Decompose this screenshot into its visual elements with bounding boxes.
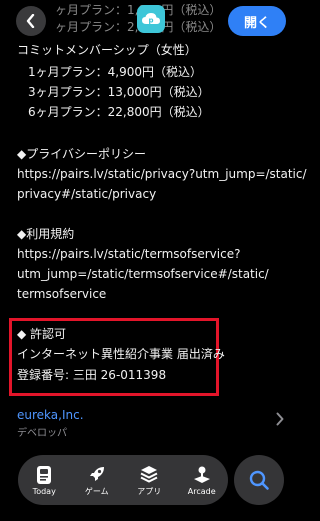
back-button[interactable] — [16, 6, 46, 36]
arcade-joystick-icon — [193, 466, 210, 483]
chevron-right-icon[interactable] — [276, 412, 284, 426]
tab-games[interactable]: ゲーム — [73, 464, 121, 497]
plan-1-month: 1ヶ月プラン：4,900円（税込） — [28, 65, 202, 79]
terms-url-line-1[interactable]: https://pairs.lv/static/termsofservice? — [17, 246, 240, 263]
tab-apps[interactable]: アプリ — [125, 464, 173, 497]
tab-arcade[interactable]: Arcade — [178, 465, 226, 496]
privacy-url-line-1[interactable]: https://pairs.lv/static/privacy?utm_jump… — [17, 166, 307, 183]
app-icon: p — [137, 5, 165, 33]
developer-name[interactable]: eureka,Inc. — [17, 408, 84, 422]
plan-6-month: 6ヶ月プラン：22,800円（税込） — [28, 105, 210, 119]
svg-text:p: p — [148, 17, 153, 25]
terms-url-line-2[interactable]: utm_jump=/static/termsofservice#/static/ — [17, 266, 269, 283]
app-detail-content: ヶ月プラン：1,800円（税込） ヶ月プラン：2,800円（税込） p 開く コ… — [0, 0, 307, 521]
privacy-url-line-2[interactable]: privacy#/static/privacy — [17, 186, 156, 203]
membership-title: コミットメンバーシップ（女性） — [17, 43, 197, 57]
tab-today[interactable]: Today — [20, 465, 68, 496]
open-button[interactable]: 開く — [228, 6, 286, 36]
rocket-icon — [89, 466, 104, 481]
developer-label: デベロッパ — [17, 428, 67, 439]
license-line-1: インターネット異性紹介事業 届出済み — [17, 347, 225, 361]
privacy-heading: ◆プライバシーポリシー — [17, 147, 146, 161]
terms-url-line-3[interactable]: termsofservice — [17, 286, 106, 303]
tab-apps-label: アプリ — [137, 486, 162, 496]
pairs-logo-icon: p — [142, 13, 160, 25]
search-button[interactable] — [234, 455, 284, 505]
terms-heading: ◆利用規約 — [17, 227, 75, 241]
tab-today-label: Today — [32, 486, 56, 496]
license-registration-number: 登録番号: 三田 26-011398 — [17, 368, 167, 382]
license-heading: ◆ 許認可 — [17, 327, 67, 341]
apps-stack-icon — [140, 465, 158, 483]
plan-3-month: 3ヶ月プラン：13,000円（税込） — [28, 85, 210, 99]
tab-games-label: ゲーム — [84, 486, 109, 496]
tab-arcade-label: Arcade — [187, 486, 216, 496]
chevron-left-icon — [26, 14, 35, 28]
search-icon — [249, 470, 269, 490]
tab-bar: Today ゲーム アプリ Arcade — [18, 455, 228, 505]
today-icon — [37, 465, 52, 484]
